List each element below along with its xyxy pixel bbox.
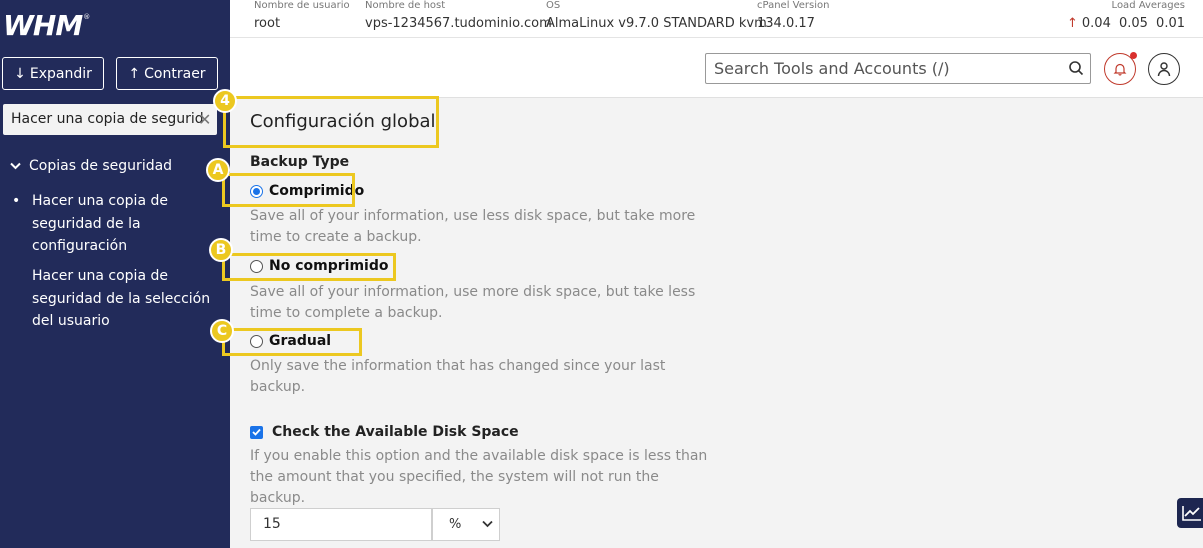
checkbox[interactable] <box>250 425 263 439</box>
sidebar-item-user-backup[interactable]: Hacer una copia de seguridad de la selec… <box>32 265 212 333</box>
sidebar: WHM® ↓ Expandir ↑ Contraer Hacer una cop… <box>0 0 230 548</box>
check-icon <box>252 428 261 436</box>
clear-search-icon[interactable]: ✕ <box>198 110 211 129</box>
notification-dot <box>1130 52 1137 59</box>
server-info-bar: Nombre de usuario root Nombre de host vp… <box>230 0 1203 38</box>
os-info: OS AlmaLinux v9.7.0 STANDARD kvm <box>546 0 767 31</box>
whm-logo[interactable]: WHM® <box>3 9 90 42</box>
step-badge-a: A <box>206 158 230 182</box>
arrow-down-icon: ↓ <box>14 65 26 82</box>
sidebar-section-backups[interactable]: Copias de seguridad <box>10 158 172 174</box>
load-averages: Load Averages ↑ 0.04 0.05 0.01 <box>1066 0 1185 31</box>
incremental-description: Only save the information that has chang… <box>250 358 666 395</box>
arrow-up-icon: ↑ <box>128 65 141 82</box>
highlight-uncompressed <box>222 253 396 281</box>
sidebar-search-input[interactable]: Hacer una copia de segurid <box>3 104 217 135</box>
arrow-up-icon: ↑ <box>1066 16 1078 31</box>
disk-space-description: If you enable this option and the availa… <box>250 448 708 506</box>
expand-button[interactable]: ↓ Expandir <box>2 57 104 90</box>
hostname-info: Nombre de host vps-1234567.tudominio.com <box>365 0 552 31</box>
disk-space-unit-select[interactable]: % <box>432 508 500 541</box>
stats-chart-button[interactable] <box>1177 498 1203 528</box>
chevron-down-icon <box>10 162 21 170</box>
highlight-title <box>223 96 439 148</box>
step-badge-c: C <box>210 319 234 343</box>
step-badge-4: 4 <box>213 89 237 113</box>
highlight-incremental <box>222 328 362 356</box>
user-icon <box>1157 62 1171 77</box>
username-info: Nombre de usuario root <box>254 0 350 31</box>
collapse-button[interactable]: ↑ Contraer <box>116 57 218 90</box>
chevron-down-icon <box>482 520 493 528</box>
search-icon[interactable] <box>1068 60 1084 76</box>
bell-icon <box>1113 63 1127 76</box>
tools-search-input[interactable]: Search Tools and Accounts (/) <box>705 53 1091 84</box>
trend-chart-icon <box>1182 506 1201 521</box>
step-badge-b: B <box>209 238 233 262</box>
check-disk-space-checkbox[interactable]: Check the Available Disk Space <box>250 424 519 440</box>
compressed-description: Save all of your information, use less d… <box>250 208 696 245</box>
backup-type-label: Backup Type <box>250 154 350 170</box>
uncompressed-description: Save all of your information, use more d… <box>250 284 696 321</box>
disk-space-value-input[interactable]: 15 <box>250 508 432 541</box>
sidebar-item-config-backup[interactable]: Hacer una copia de seguridad de la confi… <box>12 190 212 258</box>
top-header: Search Tools and Accounts (/) <box>230 38 1203 98</box>
user-menu-button[interactable] <box>1148 53 1180 85</box>
cpanel-version-info: cPanel Version 134.0.17 <box>757 0 830 31</box>
highlight-compressed <box>222 173 355 207</box>
